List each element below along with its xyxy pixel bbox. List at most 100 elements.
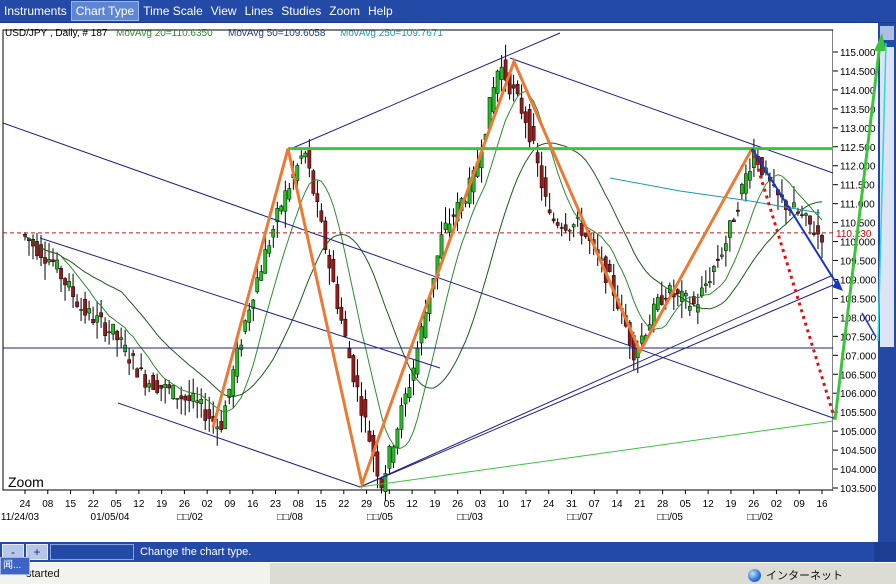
price-chart[interactable]: USD/JPY , Daily, # 187 MovAvg 20=110.6350… xyxy=(0,23,896,542)
candle-body xyxy=(167,384,172,389)
x-day-label: 14 xyxy=(611,499,623,510)
candle-body xyxy=(607,264,612,272)
candle-body xyxy=(295,165,300,181)
candle-body xyxy=(223,405,228,430)
menu-bar: Instruments Chart Type Time Scale View Lines… xyxy=(0,0,896,23)
candle-body xyxy=(267,245,272,254)
candle-body xyxy=(443,222,448,230)
candle-body xyxy=(567,229,572,232)
candle-body xyxy=(179,395,184,400)
plot-frame xyxy=(2,29,834,491)
candle-body xyxy=(419,326,424,344)
menu-lines[interactable]: Lines xyxy=(241,1,278,21)
candle-body xyxy=(327,255,332,269)
y-tick-label: 111.000 xyxy=(840,200,875,211)
y-tick-label: 112.000 xyxy=(840,162,876,173)
x-day-label: 29 xyxy=(361,499,373,510)
candle-body xyxy=(675,289,680,294)
candle-body xyxy=(115,330,119,341)
candle-body xyxy=(235,347,240,377)
candle-body xyxy=(447,223,452,233)
y-tick-label: 105.000 xyxy=(840,427,877,438)
taskbar-entry-label: started xyxy=(26,568,60,580)
x-day-label: 23 xyxy=(270,499,282,510)
candle-body xyxy=(792,202,796,208)
menu-chart-type[interactable]: Chart Type xyxy=(70,1,140,21)
candle-body xyxy=(99,312,103,318)
y-tick-label: 111.500 xyxy=(840,181,875,192)
candle-body xyxy=(171,385,176,399)
candle-body xyxy=(535,152,540,164)
candle-body xyxy=(287,188,292,200)
y-tick-label: 106.500 xyxy=(840,370,877,381)
candle-body xyxy=(91,319,95,324)
candle-body xyxy=(712,266,716,272)
candle-body xyxy=(307,147,312,169)
candle-body xyxy=(155,380,160,393)
globe-icon xyxy=(748,568,761,582)
candle-body xyxy=(255,277,260,293)
candle-body xyxy=(563,224,568,231)
candle-body xyxy=(183,395,188,401)
x-period-label: □□/08 xyxy=(277,512,303,523)
candle-body xyxy=(119,337,123,340)
candle-body xyxy=(375,451,380,477)
y-tick-label: 104.500 xyxy=(840,446,877,457)
menu-instruments[interactable]: Instruments xyxy=(0,1,71,21)
x-day-label: 26 xyxy=(179,499,191,510)
menu-help[interactable]: Help xyxy=(364,1,397,21)
candle-body xyxy=(163,383,168,388)
candle-body xyxy=(75,301,79,307)
candle-body xyxy=(279,205,284,212)
candle-body xyxy=(695,304,700,313)
candle-body xyxy=(539,165,544,189)
security-zone[interactable]: インターネット xyxy=(748,567,843,583)
candle-body xyxy=(147,383,152,388)
candle-body xyxy=(583,233,588,237)
candle-body xyxy=(808,215,812,225)
y-tick-label: 115.000 xyxy=(840,48,876,59)
candle-body xyxy=(87,308,91,314)
candle-body xyxy=(51,259,55,263)
ime-popup[interactable]: 闻... xyxy=(0,557,30,575)
candle-body xyxy=(175,398,180,400)
candle-body xyxy=(139,367,143,369)
candle-body xyxy=(343,318,348,337)
header-ma50: MovAvg 50=109.6058 xyxy=(228,28,326,39)
x-period-label: □□/03 xyxy=(457,512,483,523)
candle-body xyxy=(704,283,708,286)
y-tick-label: 108.500 xyxy=(840,294,877,305)
candle-body xyxy=(367,430,372,442)
candle-body xyxy=(820,235,824,243)
candle-body xyxy=(191,393,196,402)
x-day-label: 12 xyxy=(133,499,145,510)
candle-body xyxy=(395,428,400,448)
candle-body xyxy=(127,359,131,364)
x-day-label: 05 xyxy=(680,499,692,510)
menu-view[interactable]: View xyxy=(207,1,241,21)
x-day-label: 22 xyxy=(88,499,100,510)
candle-body xyxy=(71,286,75,298)
candle-body xyxy=(439,234,444,259)
strip-scroll-thumb[interactable] xyxy=(874,542,896,562)
candle-body xyxy=(339,306,344,321)
candle-body xyxy=(187,395,192,401)
candle-body xyxy=(679,290,684,302)
taskbar-entry[interactable]: started xyxy=(0,563,270,584)
menu-time-scale[interactable]: Time Scale xyxy=(139,1,207,21)
x-day-label: 22 xyxy=(338,499,350,510)
candle-body xyxy=(319,210,324,222)
y-tick-label: 106.000 xyxy=(840,389,877,400)
zone-label: インターネット xyxy=(766,570,843,582)
candle-body xyxy=(728,220,732,238)
x-day-label: 12 xyxy=(703,499,715,510)
y-tick-label: 105.500 xyxy=(840,408,877,419)
menu-zoom[interactable]: Zoom xyxy=(325,1,364,21)
y-tick-label: 109.500 xyxy=(840,257,877,268)
x-day-label: 07 xyxy=(589,499,601,510)
candle-body xyxy=(299,155,304,159)
menu-studies[interactable]: Studies xyxy=(277,1,325,21)
candle-body xyxy=(724,243,728,251)
candle-body xyxy=(107,331,111,333)
candle-body xyxy=(131,353,135,356)
